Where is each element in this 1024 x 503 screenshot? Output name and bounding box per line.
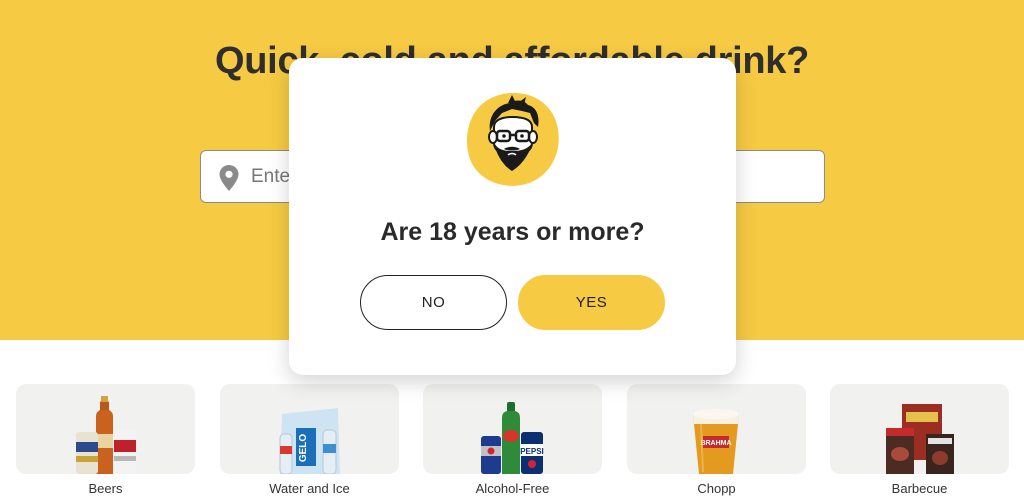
category-chopp[interactable]: BRAHMA Chopp: [627, 384, 806, 503]
map-pin-icon: [219, 165, 239, 191]
age-verification-modal: Are 18 years or more? NO YES: [289, 58, 736, 375]
category-label: Alcohol-Free: [475, 481, 550, 496]
beers-icon: [76, 396, 136, 474]
category-beers[interactable]: Beers: [16, 384, 195, 503]
bearded-man-avatar: [466, 92, 559, 186]
category-card: PEPSI: [423, 384, 602, 474]
category-barbecue[interactable]: Barbecue: [830, 384, 1009, 503]
svg-text:BRAHMA: BRAHMA: [700, 440, 731, 447]
category-list: Beers GELO Water and Ice PEPSI Alcohol-F…: [0, 384, 1024, 503]
svg-text:PEPSI: PEPSI: [520, 447, 544, 456]
category-card: GELO: [220, 384, 399, 474]
category-card: [16, 384, 195, 474]
no-button[interactable]: NO: [360, 275, 507, 330]
category-label: Beers: [88, 481, 123, 496]
category-label: Barbecue: [891, 481, 948, 496]
category-label: Chopp: [697, 481, 736, 496]
yes-button[interactable]: YES: [518, 275, 665, 330]
chopp-icon: BRAHMA: [693, 409, 739, 474]
category-alcohol-free[interactable]: PEPSI Alcohol-Free: [423, 384, 602, 503]
category-label: Water and Ice: [269, 481, 350, 496]
category-water-and-ice[interactable]: GELO Water and Ice: [220, 384, 399, 503]
age-question: Are 18 years or more?: [380, 218, 645, 246]
svg-text:GELO: GELO: [298, 434, 309, 463]
category-card: [830, 384, 1009, 474]
barbecue-icon: [886, 404, 954, 474]
category-card: BRAHMA: [627, 384, 806, 474]
water-ice-icon: GELO: [279, 408, 340, 474]
alcohol-free-icon: PEPSI: [481, 402, 544, 474]
